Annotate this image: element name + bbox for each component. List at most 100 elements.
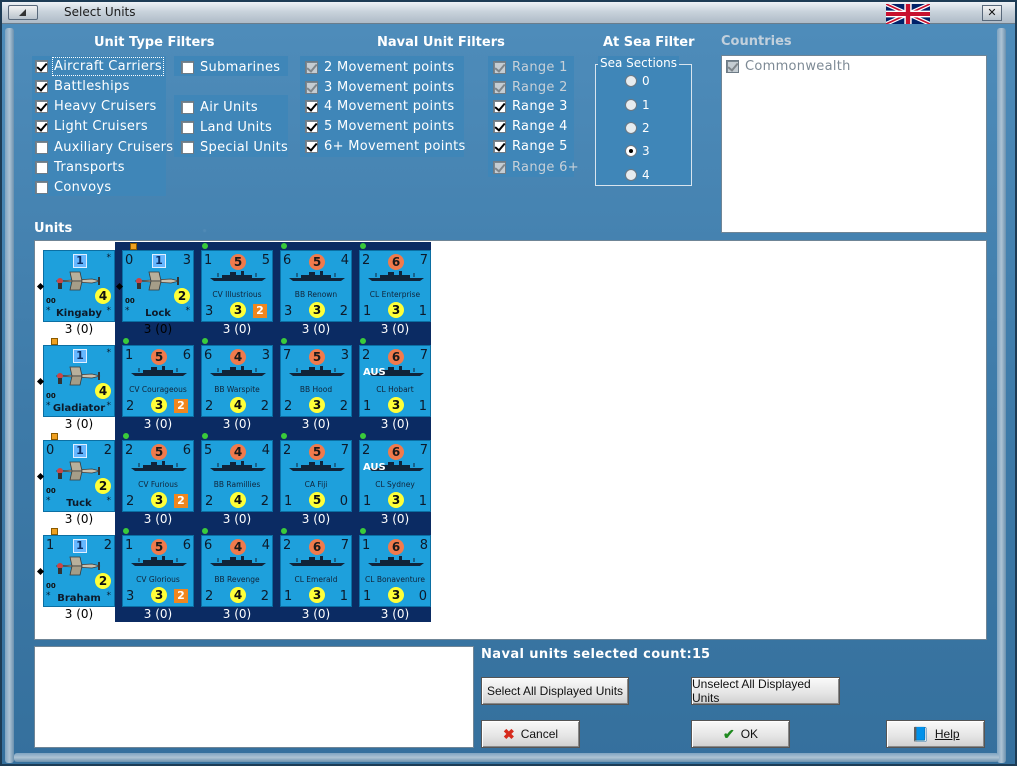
filter-battleships[interactable]: Battleships xyxy=(35,77,130,95)
checkbox-label: 3 Movement points xyxy=(324,79,455,95)
filter-range-1[interactable]: Range 1 xyxy=(493,58,568,76)
naval-unit-counter[interactable]: 2 7 6 AUS CL Hobart 1 3 1 xyxy=(359,345,431,417)
naval-unit-counter[interactable]: 6 4 5 BB Renown 3 3 2 xyxy=(280,250,352,322)
filter-air-units[interactable]: Air Units xyxy=(181,98,258,116)
checkbox[interactable] xyxy=(35,160,48,174)
radio-button[interactable] xyxy=(625,75,637,87)
radio-button[interactable] xyxy=(625,122,637,134)
filter-light-cruisers[interactable]: Light Cruisers xyxy=(35,117,148,135)
naval-unit-counter[interactable]: 6 3 4 BB Warspite 2 4 2 xyxy=(201,345,273,417)
naval-unit-counter[interactable]: 1 6 5 CV Glorious 3 3 2 xyxy=(122,535,194,607)
filter-3-movement-points[interactable]: 3 Movement points xyxy=(305,78,454,96)
ok-button[interactable]: ✔ OK xyxy=(691,720,790,748)
naval-unit-counter[interactable]: 2 7 6 AUS CL Sydney 1 3 1 xyxy=(359,440,431,512)
naval-unit-counter[interactable]: 1 6 5 CV Courageous 2 3 2 xyxy=(122,345,194,417)
filter-special-units[interactable]: Special Units xyxy=(181,138,288,156)
naval-unit-counter[interactable]: 7 3 5 BB Hood 2 3 2 xyxy=(280,345,352,417)
checkbox[interactable] xyxy=(493,139,506,153)
checkbox[interactable] xyxy=(181,100,194,114)
checkbox[interactable] xyxy=(35,59,48,73)
filter-range-4[interactable]: Range 4 xyxy=(493,117,568,135)
filter-auxiliary-cruisers[interactable]: Auxiliary Cruisers xyxy=(35,138,173,156)
sea-section-1-radio[interactable]: 1 xyxy=(625,98,650,112)
radio-button[interactable] xyxy=(625,169,637,181)
checkbox[interactable] xyxy=(35,79,48,93)
checkbox[interactable] xyxy=(181,140,194,154)
air-unit-counter[interactable]: 1 * 00 4 * * Gladiator xyxy=(43,345,115,417)
checkbox[interactable] xyxy=(35,140,48,154)
filter-range-6plus[interactable]: Range 6+ xyxy=(493,158,579,176)
naval-unit-counter[interactable]: 5 4 4 BB Ramillies 2 4 2 xyxy=(201,440,273,512)
radio-button[interactable] xyxy=(625,145,637,157)
air-unit-counter[interactable]: 1 * 00 4 * * Kingaby xyxy=(43,250,115,322)
air-range-square: 1 xyxy=(73,539,87,553)
filter-range-2[interactable]: Range 2 xyxy=(493,78,568,96)
checkbox[interactable] xyxy=(726,59,739,73)
radio-button[interactable] xyxy=(625,99,637,111)
naval-unit-counter[interactable]: 1 5 5 CV Illustrious 3 3 2 xyxy=(201,250,273,322)
filter-heavy-cruisers[interactable]: Heavy Cruisers xyxy=(35,97,157,115)
naval-unit-counter[interactable]: 6 4 4 BB Revenge 2 4 2 xyxy=(201,535,273,607)
sea-section-0-radio[interactable]: 0 xyxy=(625,74,650,88)
system-menu-button[interactable] xyxy=(8,5,38,20)
unit-name: CV Courageous xyxy=(129,385,187,394)
checkbox[interactable] xyxy=(493,119,506,133)
country-commonwealth[interactable]: Commonwealth xyxy=(726,57,851,75)
sea-section-4-radio[interactable]: 4 xyxy=(625,168,650,182)
checkbox[interactable] xyxy=(181,120,194,134)
checkbox[interactable] xyxy=(493,60,506,74)
filter-transports[interactable]: Transports xyxy=(35,158,125,176)
checkbox[interactable] xyxy=(305,119,318,133)
counter-top-left-value: 1 xyxy=(46,538,55,553)
air-strength-circle: 2 xyxy=(174,288,190,304)
naval-unit-counter[interactable]: 2 7 6 CL Enterprise 1 3 1 xyxy=(359,250,431,322)
naval-unit-counter[interactable]: 2 7 6 CL Emerald 1 3 1 xyxy=(280,535,352,607)
checkbox[interactable] xyxy=(493,160,506,174)
ship-icon xyxy=(287,270,347,285)
filter-4-movement-points[interactable]: 4 Movement points xyxy=(305,97,454,115)
unselect-all-displayed-button[interactable]: Unselect All Displayed Units xyxy=(691,677,840,705)
checkbox[interactable] xyxy=(493,80,506,94)
naval-unit-counter[interactable]: 2 6 5 CV Furious 2 3 2 xyxy=(122,440,194,512)
air-unit-counter[interactable]: 1 0 3 00 2 * * Lock xyxy=(122,250,194,322)
checkbox[interactable] xyxy=(305,60,318,74)
filter-aircraft-carriers[interactable]: Aircraft Carriers xyxy=(35,56,164,76)
sea-section-2-radio[interactable]: 2 xyxy=(625,121,650,135)
filter-convoys[interactable]: Convoys xyxy=(35,178,111,196)
countries-list[interactable]: Commonwealth xyxy=(721,55,987,233)
close-button[interactable]: ✕ xyxy=(982,5,1002,21)
filter-2-movement-points[interactable]: 2 Movement points xyxy=(305,58,454,76)
unit-strength: 3 (0) xyxy=(64,322,94,336)
filter-range-5[interactable]: Range 5 xyxy=(493,137,568,155)
naval-unit-counter[interactable]: 1 8 6 CL Bonaventure 1 3 0 xyxy=(359,535,431,607)
defense-factor-circle: 4 xyxy=(230,587,246,603)
unit-name: CL Emerald xyxy=(294,575,338,584)
sea-section-3-radio[interactable]: 3 xyxy=(625,144,650,158)
filter-range-3[interactable]: Range 3 xyxy=(493,97,568,115)
defense-factor-circle: 3 xyxy=(309,397,325,413)
checkbox[interactable] xyxy=(305,139,318,153)
select-all-displayed-button[interactable]: Select All Displayed Units xyxy=(481,677,629,705)
defense-factor-circle: 3 xyxy=(388,587,404,603)
left-frame-rail xyxy=(5,28,14,763)
air-unit-counter[interactable]: 1 1 2 00 2 * * Braham xyxy=(43,535,115,607)
checkbox[interactable] xyxy=(493,99,506,113)
checkbox[interactable] xyxy=(35,119,48,133)
checkbox[interactable] xyxy=(35,180,48,194)
checkbox[interactable] xyxy=(305,99,318,113)
filter-land-units[interactable]: Land Units xyxy=(181,118,272,136)
checkbox[interactable] xyxy=(305,80,318,94)
checkbox[interactable] xyxy=(181,60,194,74)
naval-selected-count-value: 15 xyxy=(692,647,711,662)
ship-icon xyxy=(208,270,268,285)
help-button[interactable]: 📘 Help xyxy=(886,720,985,748)
checkbox[interactable] xyxy=(35,99,48,113)
cancel-button[interactable]: ✖ Cancel xyxy=(481,720,580,748)
filter-submarines[interactable]: Submarines xyxy=(181,58,280,76)
filter-5-movement-points[interactable]: 5 Movement points xyxy=(305,117,454,135)
radio-label: 1 xyxy=(642,98,650,112)
naval-unit-counter[interactable]: 2 7 5 CA Fiji 1 5 0 xyxy=(280,440,352,512)
filter-6plus-movement-points[interactable]: 6+ Movement points xyxy=(305,137,466,155)
air-unit-counter[interactable]: 1 0 2 00 2 * * Tuck xyxy=(43,440,115,512)
counter-top-right-value: 3 xyxy=(261,348,270,363)
